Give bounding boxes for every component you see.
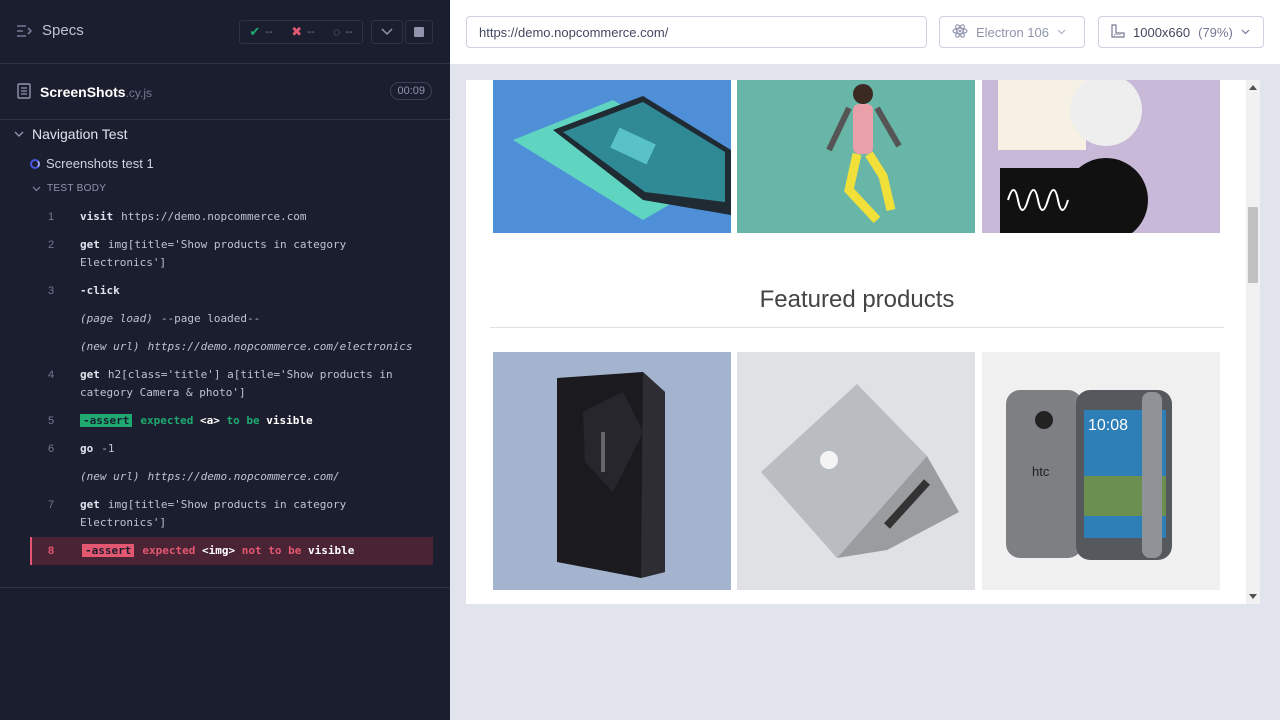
pending-icon: ◌: [333, 25, 341, 39]
album-covers-image: [982, 80, 1220, 233]
server-image: [493, 352, 731, 590]
command-row-assert-passed[interactable]: 5 -assert expected <a> to be visible: [30, 407, 433, 435]
htc-phone-image: htc 10:08: [982, 352, 1220, 590]
stop-icon: [414, 27, 424, 37]
command-row-assert-failed[interactable]: 8 -assert expected <img> not to be visibl…: [30, 537, 433, 565]
command-row[interactable]: 2 get img[title='Show products in categor…: [30, 231, 433, 277]
htc-logo-text: htc: [1032, 464, 1050, 479]
url-input[interactable]: [466, 16, 927, 48]
app-under-test-panel: Electron 106 1000x660 (79%): [450, 0, 1280, 720]
test-screenshots-1[interactable]: Screenshots test 1: [30, 156, 154, 171]
ruler-icon: [1111, 23, 1125, 41]
command-row[interactable]: 1 visit https://demo.nopcommerce.com: [30, 203, 433, 231]
suite-navigation-test[interactable]: Navigation Test: [14, 126, 127, 142]
assert-badge: -assert: [80, 414, 133, 427]
aut-header: Electron 106 1000x660 (79%): [450, 0, 1280, 64]
woman-jumping-image: [737, 80, 975, 233]
command-row[interactable]: (new url) https://demo.nopcommerce.com/el…: [30, 333, 433, 361]
heading-divider: [490, 327, 1224, 328]
category-tile-music[interactable]: [982, 80, 1220, 233]
assert-badge: -assert: [82, 544, 135, 557]
category-tile-phone[interactable]: [493, 80, 731, 233]
browser-select[interactable]: Electron 106: [939, 16, 1085, 48]
command-row[interactable]: 7 get img[title='Show products in categor…: [30, 491, 433, 537]
zoom-level: (79%): [1198, 24, 1233, 40]
product-tile-htc-phone[interactable]: htc 10:08: [982, 352, 1220, 590]
electron-icon: [952, 23, 968, 42]
phone-image: [493, 80, 731, 233]
scrollbar-thumb[interactable]: [1248, 207, 1258, 283]
specs-menu-icon: [16, 24, 32, 38]
spec-filename[interactable]: ScreenShots.cy.js: [40, 84, 152, 100]
test-stats: ✔ -- ✖ -- ◌ --: [239, 20, 363, 44]
browser-label: Electron 106: [976, 24, 1049, 40]
iframe-scrollbar[interactable]: [1246, 80, 1260, 604]
command-log: 1 visit https://demo.nopcommerce.com 2 ge…: [30, 203, 433, 565]
spec-duration-timer: 00:09: [390, 82, 432, 100]
suite-title: Navigation Test: [32, 126, 128, 142]
chevron-down-icon: [32, 186, 41, 191]
command-row[interactable]: 6 go -1: [30, 435, 433, 463]
command-row[interactable]: 3 -click: [30, 277, 433, 305]
viewport-select[interactable]: 1000x660 (79%): [1098, 16, 1264, 48]
stat-pending: ◌ --: [333, 25, 353, 39]
divider: [0, 587, 450, 588]
running-spinner-icon: [30, 158, 40, 169]
viewport-size: 1000x660: [1133, 24, 1191, 40]
stop-button[interactable]: [405, 20, 433, 44]
chevron-down-icon: [1241, 29, 1250, 35]
specs-toggle-button[interactable]: Specs: [16, 22, 84, 39]
test-title: Screenshots test 1: [46, 156, 154, 171]
laptop-image: [737, 352, 975, 590]
command-row[interactable]: 4 get h2[class='title'] a[title='Show pro…: [30, 361, 433, 407]
reporter-panel: Specs ✔ -- ✖ -- ◌ -- ScreenShots.cy.js 00:0…: [0, 0, 450, 720]
stat-failed: ✖ --: [291, 24, 315, 39]
expand-all-button[interactable]: [371, 20, 403, 44]
chevron-down-icon: [1057, 29, 1066, 35]
command-row[interactable]: (page load) --page loaded--: [30, 305, 433, 333]
test-body-toggle[interactable]: TEST BODY: [32, 183, 106, 194]
category-tile-apparel[interactable]: [737, 80, 975, 233]
specs-label: Specs: [42, 22, 84, 39]
check-icon: ✔: [249, 24, 261, 39]
product-tile-server[interactable]: [493, 352, 731, 590]
document-icon: [17, 83, 31, 104]
phone-clock-text: 10:08: [1088, 417, 1128, 434]
stat-passed: ✔ --: [249, 24, 273, 39]
featured-products-heading: Featured products: [759, 286, 955, 313]
chevron-down-icon: [14, 131, 24, 137]
scroll-down-arrow-icon[interactable]: [1249, 594, 1257, 599]
chevron-down-icon: [381, 28, 393, 36]
command-row[interactable]: (new url) https://demo.nopcommerce.com/: [30, 463, 433, 491]
aut-iframe: Featured products htc 10:08: [466, 80, 1260, 604]
reporter-topbar: Specs ✔ -- ✖ -- ◌ --: [0, 0, 450, 64]
scroll-up-arrow-icon[interactable]: [1249, 85, 1257, 90]
x-icon: ✖: [291, 24, 303, 39]
product-tile-laptop[interactable]: [737, 352, 975, 590]
